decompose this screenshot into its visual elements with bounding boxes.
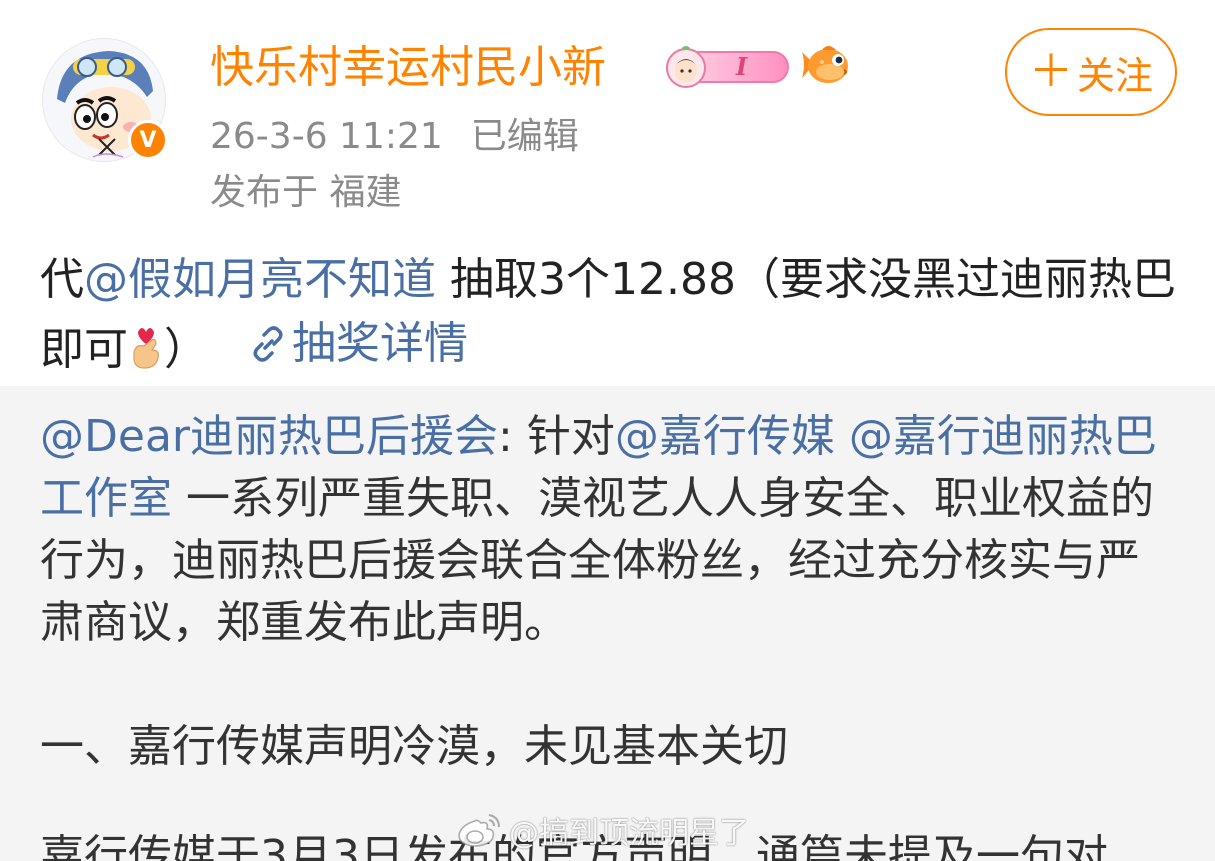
mention-link-jiaxing-media[interactable]: @嘉行传媒 <box>615 411 835 462</box>
repost-text: @Dear迪丽热巴后援会: 针对@嘉行传媒 @嘉行迪丽热巴工作室 一系列严重失职… <box>40 406 1180 654</box>
post-meta: 26-3-6 11:21 已编辑 <box>210 112 579 162</box>
verified-badge-icon: V <box>128 120 168 160</box>
watermark-text: @搞到顶流明星了 <box>509 816 749 851</box>
weibo-post-screen: V 快乐村幸运村民小新 I ＋ 关注 26-3-6 11:21 已编辑 发布于 … <box>0 0 1215 861</box>
mention-link[interactable]: @假如月亮不知道 <box>84 254 436 305</box>
post-prefix: 代 <box>40 254 84 305</box>
post-body: 代@假如月亮不知道 抽取3个12.88（要求没黑过迪丽热巴即可 ） 抽奖详情 <box>40 248 1180 382</box>
finger-heart-emoji <box>128 324 164 375</box>
finger-heart-icon <box>133 328 159 369</box>
fish-icon <box>800 42 850 88</box>
statement-section-heading: 一、嘉行传媒声明冷漠，未见基本关切 <box>40 721 788 772</box>
post-timestamp: 26-3-6 11:21 <box>210 116 443 157</box>
follow-button[interactable]: ＋ 关注 <box>1005 28 1177 116</box>
plus-icon: ＋ <box>1028 46 1073 97</box>
edited-indicator[interactable]: 已编辑 <box>471 116 579 157</box>
post-suffix: ） <box>164 324 208 375</box>
medal-icon <box>666 46 789 88</box>
weibo-watermark: @搞到顶流明星了 <box>455 808 749 852</box>
weibo-logo-icon <box>458 814 500 847</box>
post-location: 发布于 福建 <box>210 172 402 213</box>
fan-medal-badge[interactable]: I <box>662 44 790 88</box>
username[interactable]: 快乐村幸运村民小新 <box>210 38 606 98</box>
link-icon <box>253 326 283 362</box>
repost-author-link[interactable]: @Dear迪丽热巴后援会 <box>40 411 498 462</box>
medal-level: I <box>736 52 748 81</box>
lottery-details-label: 抽奖详情 <box>292 318 468 369</box>
lottery-details-link[interactable]: 抽奖详情 <box>248 312 468 376</box>
repost-body-text: 一系列严重失职、漠视艺人人身安全、职业权益的行为，迪丽热巴后援会联合全体粉丝，经… <box>40 473 1154 648</box>
repost-colon: : 针对 <box>498 411 615 462</box>
follow-button-label: 关注 <box>1076 53 1153 98</box>
reposted-content[interactable]: @Dear迪丽热巴后援会: 针对@嘉行传媒 @嘉行迪丽热巴工作室 一系列严重失职… <box>0 386 1215 861</box>
